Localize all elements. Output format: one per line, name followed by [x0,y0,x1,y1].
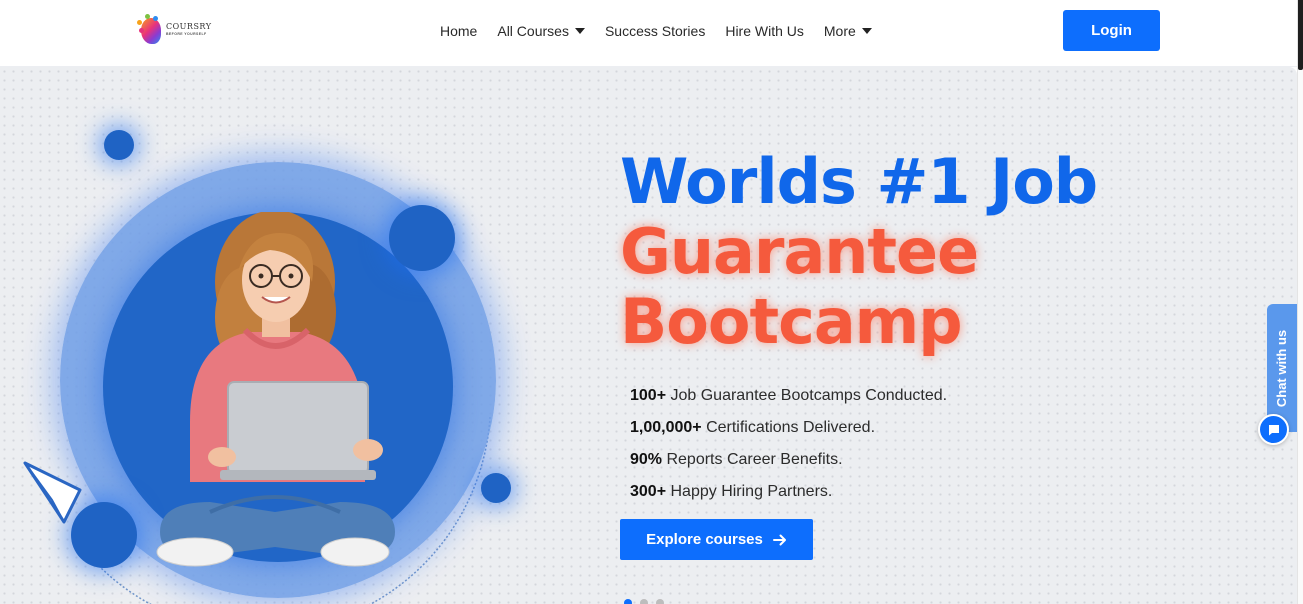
chat-bubble-icon [1268,424,1279,435]
nav-item-label: Hire With Us [725,23,804,39]
stat-text: Reports Career Benefits. [662,451,843,468]
decor-bubble [104,130,134,160]
student-with-laptop-image [156,212,395,567]
hero-stats-list: 100+ Job Guarantee Bootcamps Conducted. … [630,383,947,511]
explore-courses-button[interactable]: Explore courses [620,519,813,560]
explore-courses-label: Explore courses [646,531,763,548]
nav-item-more[interactable]: More [824,23,872,39]
stat-value: 90% [630,451,663,468]
chat-with-us-label: Chat with us [1274,329,1290,407]
stat-text: Happy Hiring Partners. [666,483,833,500]
stat-item: 100+ Job Guarantee Bootcamps Conducted. [630,383,947,415]
login-button[interactable]: Login [1063,10,1160,51]
stat-value: 100+ [630,387,667,404]
stat-item: 90% Reports Career Benefits. [630,447,947,479]
arrow-right-icon [772,534,786,545]
carousel-dot[interactable] [656,599,664,604]
carousel-dots [624,599,664,604]
caret-down-icon [861,28,872,34]
carousel-dot[interactable] [624,599,632,604]
paper-plane-icon [23,461,82,524]
nav-item-all-courses[interactable]: All Courses [497,23,585,39]
stat-text: Certifications Delivered. [701,419,876,436]
chat-launcher-button[interactable] [1258,414,1289,445]
stat-item: 1,00,000+ Certifications Delivered. [630,415,947,447]
stat-item: 300+ Happy Hiring Partners. [630,479,947,511]
logo-brand-name: COURSRY [166,22,212,32]
site-header: COURSRY BEFORE YOURSELF Home All Courses… [0,0,1297,67]
nav-item-hire-with-us[interactable]: Hire With Us [725,23,804,39]
nav-item-label: All Courses [497,23,569,39]
nav-item-label: Success Stories [604,23,706,39]
hero-headline-line2: Guarantee [620,215,979,288]
decor-bubble [481,473,511,503]
nav-item-home[interactable]: Home [440,23,477,39]
page-scrollbar[interactable] [1297,0,1303,604]
main-nav: Home All Courses Success Stories Hire Wi… [440,0,872,62]
hero-headline: Worlds #1 Job Guarantee Bootcamp [620,145,1098,358]
stat-value: 300+ [630,483,667,500]
stat-value: 1,00,000+ [630,419,702,436]
caret-down-icon [574,28,585,34]
chat-with-us-label-wrap[interactable]: Chat with us [1270,318,1294,418]
hero-section: Worlds #1 Job Guarantee Bootcamp 100+ Jo… [0,67,1297,604]
stat-text: Job Guarantee Bootcamps Conducted. [666,387,948,404]
hero-headline-line3: Bootcamp [620,285,963,358]
nav-item-success-stories[interactable]: Success Stories [605,23,705,39]
logo-tagline: BEFORE YOURSELF [166,32,207,37]
site-logo[interactable]: COURSRY BEFORE YOURSELF [137,12,217,48]
hero-headline-line1: Worlds #1 Job [620,145,1098,218]
brain-logo-icon [137,14,163,46]
carousel-dot[interactable] [640,599,648,604]
nav-item-label: More [823,23,856,39]
scrollbar-thumb[interactable] [1298,0,1303,70]
nav-item-label: Home [440,23,478,39]
